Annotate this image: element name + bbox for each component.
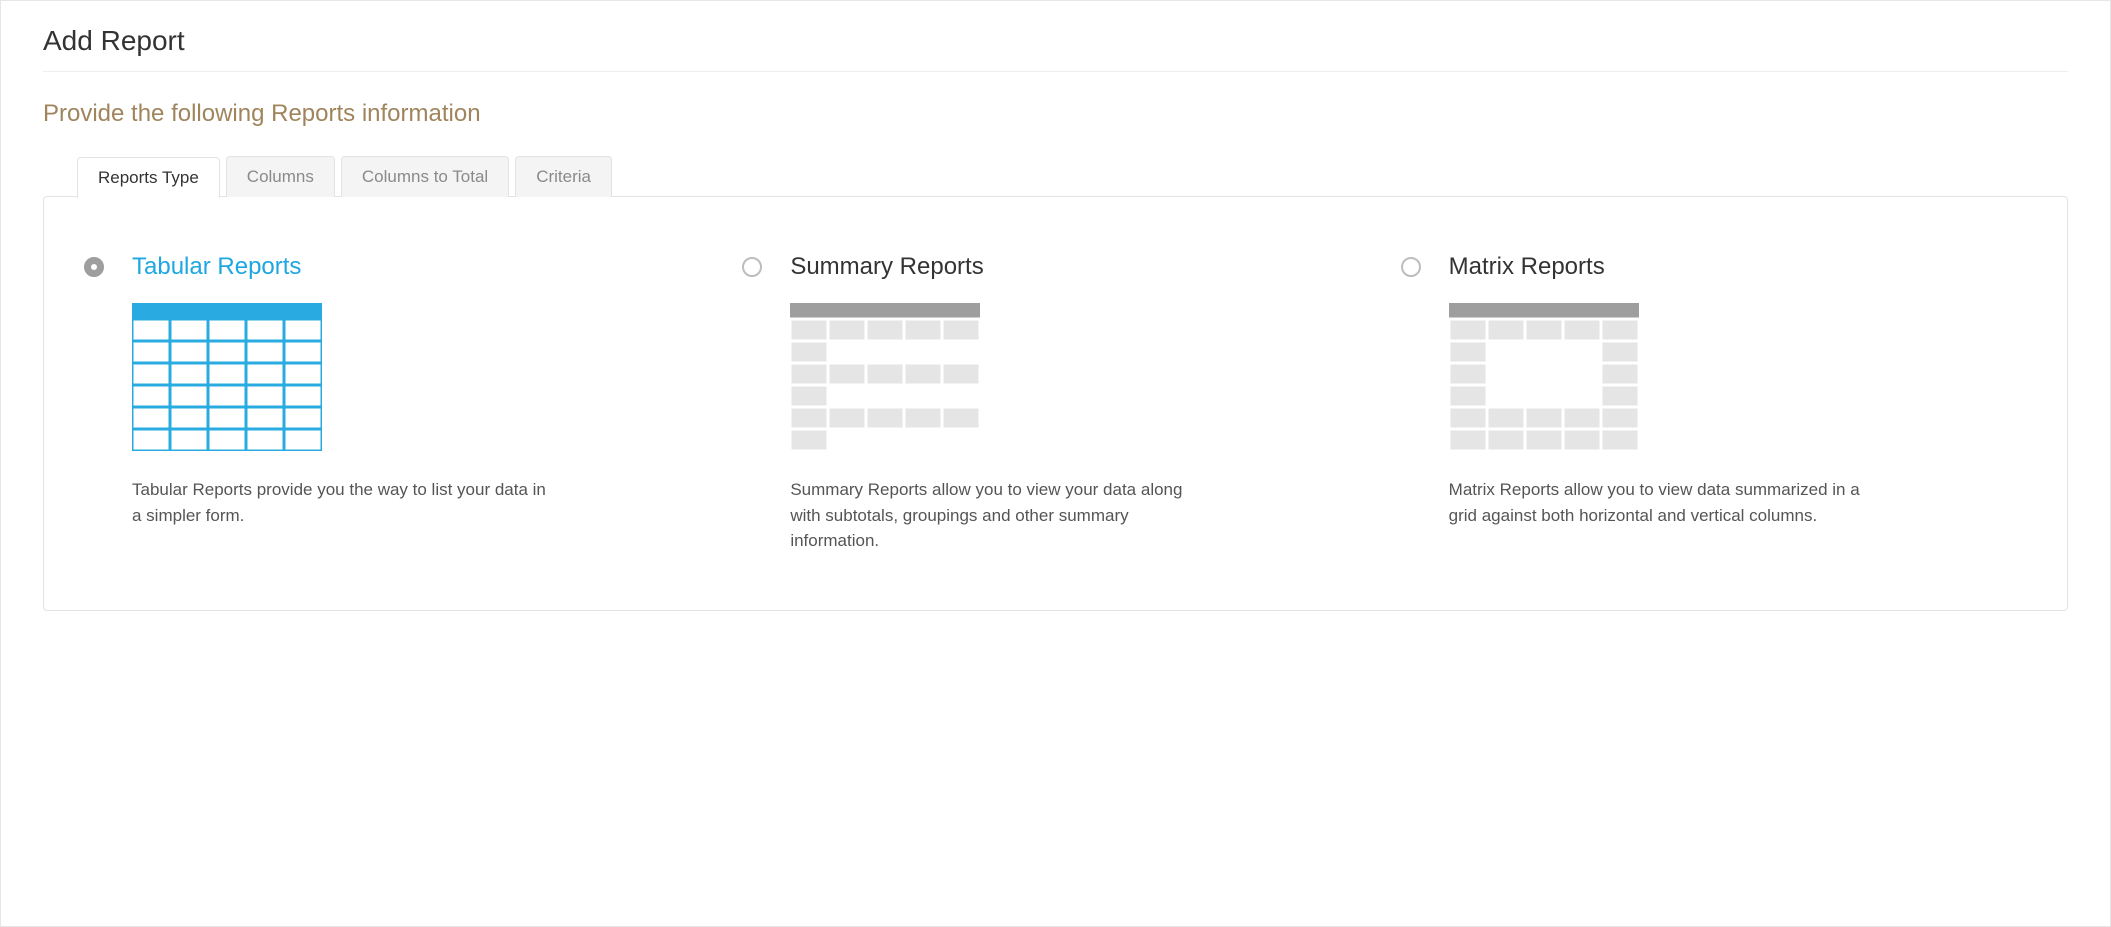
page-subtitle: Provide the following Reports informatio… xyxy=(43,100,2068,128)
option-desc-tabular: Tabular Reports provide you the way to l… xyxy=(132,477,552,528)
option-title-summary: Summary Reports xyxy=(790,253,1368,281)
tab-criteria[interactable]: Criteria xyxy=(515,156,612,197)
tab-reports-type[interactable]: Reports Type xyxy=(77,157,220,198)
tab-columns-to-total[interactable]: Columns to Total xyxy=(341,156,509,197)
matrix-report-icon xyxy=(1449,303,1639,451)
add-report-page: Add Report Provide the following Reports… xyxy=(0,0,2111,927)
radio-tabular[interactable] xyxy=(84,257,104,277)
option-summary[interactable]: Summary Reports xyxy=(742,253,1368,554)
option-desc-summary: Summary Reports allow you to view your d… xyxy=(790,477,1210,554)
summary-report-icon xyxy=(790,303,980,451)
radio-summary[interactable] xyxy=(742,257,762,277)
report-type-options: Tabular Reports xyxy=(84,253,2027,554)
radio-matrix[interactable] xyxy=(1401,257,1421,277)
page-title: Add Report xyxy=(43,25,2068,72)
tab-columns[interactable]: Columns xyxy=(226,156,335,197)
option-title-tabular: Tabular Reports xyxy=(132,253,710,281)
option-tabular[interactable]: Tabular Reports xyxy=(84,253,710,554)
tab-panel-reports-type: Tabular Reports xyxy=(43,196,2068,611)
tab-strip: Reports Type Columns Columns to Total Cr… xyxy=(77,156,2068,197)
option-title-matrix: Matrix Reports xyxy=(1449,253,2027,281)
tabular-report-icon xyxy=(132,303,322,451)
option-desc-matrix: Matrix Reports allow you to view data su… xyxy=(1449,477,1869,528)
option-matrix[interactable]: Matrix Reports xyxy=(1401,253,2027,554)
